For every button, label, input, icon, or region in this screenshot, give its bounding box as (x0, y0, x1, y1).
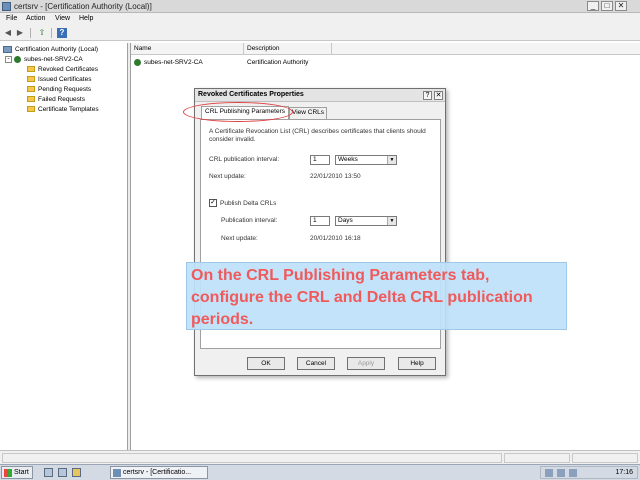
crl-interval-unit-select[interactable]: Weeks ▼ (335, 155, 397, 165)
tab-view-crls[interactable]: View CRLs (289, 107, 327, 119)
back-arrow-icon[interactable]: ◀ (3, 28, 13, 38)
crl-interval-stepper[interactable]: 1 (310, 155, 330, 165)
folder-icon (27, 106, 35, 113)
chevron-down-icon: ▼ (387, 217, 396, 225)
status-cell (572, 453, 638, 463)
help-icon[interactable]: ? (57, 28, 67, 38)
app-icon (2, 2, 11, 11)
publish-delta-label: Publish Delta CRLs (220, 200, 277, 207)
delta-interval-label: Publication interval: (221, 217, 278, 224)
list-item-name: subes-net-SRV2-CA (144, 59, 203, 66)
system-tray: 17:16 (540, 466, 638, 479)
folder-icon (27, 86, 35, 93)
volume-icon[interactable] (557, 469, 565, 477)
status-cell (504, 453, 570, 463)
help-button[interactable]: Help (398, 357, 436, 370)
dialog-close-button[interactable]: ✕ (434, 91, 443, 100)
menu-help[interactable]: Help (79, 15, 93, 22)
status-cell (2, 453, 502, 463)
column-header-name[interactable]: Name (134, 45, 151, 52)
maximize-button[interactable]: □ (601, 1, 613, 11)
callout-text: On the CRL Publishing Parameters tab, co… (191, 267, 533, 328)
menu-file[interactable]: File (6, 15, 17, 22)
start-button[interactable]: Start (1, 466, 33, 479)
close-button[interactable]: ✕ (615, 1, 627, 11)
explorer-folder-icon[interactable] (72, 468, 81, 477)
flag-icon[interactable] (569, 469, 577, 477)
menu-view[interactable]: View (55, 15, 70, 22)
crl-interval-label: CRL publication interval: (209, 156, 280, 163)
list-item-description: Certification Authority (247, 59, 309, 66)
list-header: Name Description (131, 43, 640, 55)
up-folder-icon[interactable]: ⇧ (37, 28, 47, 38)
cancel-button[interactable]: Cancel (297, 357, 335, 370)
delta-next-update-value: 20/01/2010 16:18 (310, 235, 361, 242)
tree-item-failed[interactable]: Failed Requests (27, 96, 85, 106)
window-title: certsrv - [Certification Authority (Loca… (14, 2, 152, 11)
computer-icon (3, 46, 12, 53)
properties-dialog: Revoked Certificates Properties ? ✕ CRL … (194, 88, 446, 376)
tutorial-callout: On the CRL Publishing Parameters tab, co… (186, 262, 567, 330)
minimize-button[interactable]: _ (587, 1, 599, 11)
tree-item-ca[interactable]: - subes-net-SRV2-CA (5, 56, 83, 66)
tree-item-pending[interactable]: Pending Requests (27, 86, 91, 96)
dialog-title-bar: Revoked Certificates Properties ? ✕ (195, 89, 445, 102)
app-icon (113, 469, 121, 477)
toolbar-separator (30, 28, 31, 38)
taskbar-item-certsrv[interactable]: certsrv - [Certificatio... (110, 466, 208, 479)
dialog-help-button[interactable]: ? (423, 91, 432, 100)
column-divider[interactable] (243, 43, 244, 55)
list-item[interactable]: subes-net-SRV2-CA Certification Authorit… (131, 57, 640, 68)
status-bar (0, 450, 640, 464)
server-manager-icon[interactable] (44, 468, 53, 477)
tree-pane: Certification Authority (Local) - subes-n… (0, 43, 128, 450)
toolbar: ◀ ▶ ⇧ ? (0, 25, 640, 41)
menu-action[interactable]: Action (26, 15, 45, 22)
folder-icon (27, 66, 35, 73)
title-bar: certsrv - [Certification Authority (Loca… (0, 0, 640, 13)
dialog-title: Revoked Certificates Properties (198, 91, 304, 98)
certificate-authority-icon (134, 59, 141, 66)
chevron-down-icon: ▼ (387, 156, 396, 164)
delta-next-update-label: Next update: (221, 235, 258, 242)
delta-interval-stepper[interactable]: 1 (310, 216, 330, 226)
network-icon[interactable] (545, 469, 553, 477)
publish-delta-checkbox[interactable]: ✓ (209, 199, 217, 207)
tree-item-templates[interactable]: Certificate Templates (27, 106, 99, 116)
forward-arrow-icon[interactable]: ▶ (15, 28, 25, 38)
next-update-label: Next update: (209, 173, 246, 180)
windows-logo-icon (4, 469, 12, 477)
tree-item-revoked[interactable]: Revoked Certificates (27, 66, 98, 76)
ok-button[interactable]: OK (247, 357, 285, 370)
folder-icon (27, 96, 35, 103)
menu-bar: File Action View Help (0, 13, 640, 25)
crl-description: A Certificate Revocation List (CRL) desc… (209, 128, 426, 143)
folder-icon (27, 76, 35, 83)
delta-interval-unit-select[interactable]: Days ▼ (335, 216, 397, 226)
taskbar: Start certsrv - [Certificatio... 17:16 (0, 464, 640, 480)
tree-item-issued[interactable]: Issued Certificates (27, 76, 91, 86)
column-divider[interactable] (331, 43, 332, 55)
next-update-value: 22/01/2010 13:50 (310, 173, 361, 180)
tree-item-root[interactable]: Certification Authority (Local) (3, 46, 98, 56)
apply-button[interactable]: Apply (347, 357, 385, 370)
toolbar-separator (51, 28, 52, 38)
collapse-toggle[interactable]: - (5, 56, 12, 63)
tab-highlight-ellipse (183, 102, 293, 122)
column-header-description[interactable]: Description (247, 45, 280, 52)
clock[interactable]: 17:16 (615, 469, 633, 476)
certificate-authority-icon (14, 56, 21, 63)
powershell-icon[interactable] (58, 468, 67, 477)
